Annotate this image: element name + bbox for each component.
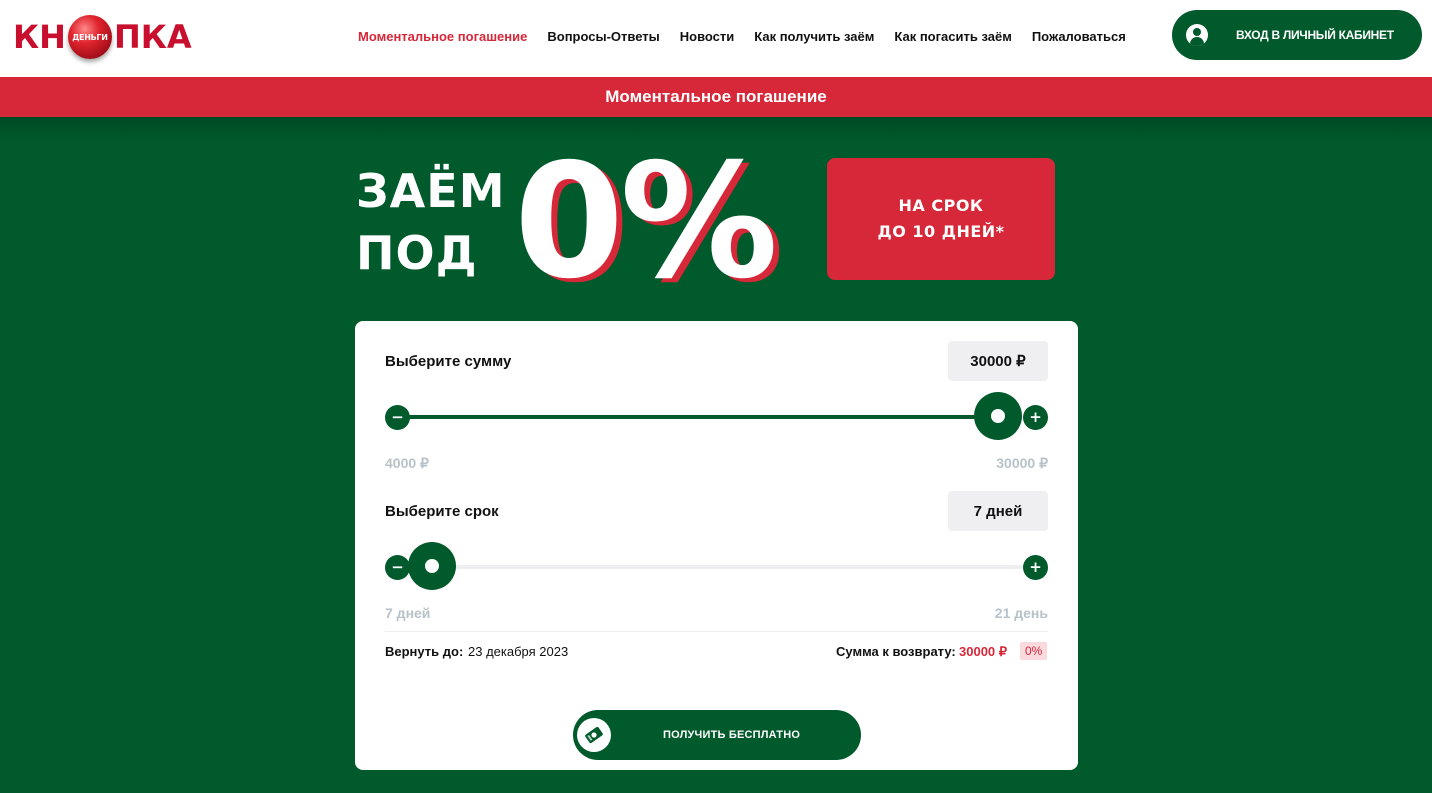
logo-ball-text: ДЕНЬГИ xyxy=(72,32,108,42)
nav-how-to-get-loan[interactable]: Как получить заём xyxy=(754,29,874,44)
nav-complain[interactable]: Пожаловаться xyxy=(1032,29,1126,44)
amount-min-label: 4000 ₽ xyxy=(385,455,429,471)
term-slider-track[interactable] xyxy=(397,565,1037,569)
term-min-label: 7 дней xyxy=(385,605,431,621)
return-date-label: Вернуть до: xyxy=(385,644,464,659)
amount-value-field[interactable]: 30000 ₽ xyxy=(948,341,1048,381)
repay-amount-value: 30000 ₽ xyxy=(959,644,1008,659)
brand-logo[interactable]: КН ДЕНЬГИ ПКА xyxy=(13,12,192,62)
loan-calculator: Выберите сумму 30000 ₽ − + 4000 ₽ 30000 … xyxy=(355,321,1078,770)
nav-faq[interactable]: Вопросы-Ответы xyxy=(547,29,659,44)
term-badge: НА СРОК ДО 10 ДНЕЙ* xyxy=(827,158,1055,280)
promo-banner[interactable]: Моментальное погашение xyxy=(0,77,1432,117)
nav-how-to-repay[interactable]: Как погасить заём xyxy=(894,29,1011,44)
main-nav: Моментальное погашение Вопросы-Ответы Но… xyxy=(358,29,1126,44)
hero-rate: 0% xyxy=(514,130,778,314)
get-free-button[interactable]: ПОЛУЧИТЬ БЕСПЛАТНО xyxy=(573,710,861,760)
amount-label: Выберите сумму xyxy=(385,353,512,370)
login-button-label: ВХОД В ЛИЧНЫЙ КАБИНЕТ xyxy=(1236,28,1394,42)
term-decrease-button[interactable]: − xyxy=(385,555,410,580)
return-date-value: 23 декабря 2023 xyxy=(468,644,569,659)
term-increase-button[interactable]: + xyxy=(1023,555,1048,580)
term-label: Выберите срок xyxy=(385,503,499,520)
calc-divider xyxy=(385,631,1048,632)
user-circle-icon xyxy=(1186,24,1208,46)
amount-slider-thumb[interactable] xyxy=(974,392,1022,440)
term-value-field[interactable]: 7 дней xyxy=(948,491,1048,531)
hero-line-under: ПОД xyxy=(356,226,478,280)
logo-text-left: КН xyxy=(13,18,66,56)
amount-decrease-button[interactable]: − xyxy=(385,405,410,430)
nav-news[interactable]: Новости xyxy=(680,29,735,44)
logo-ball-icon: ДЕНЬГИ xyxy=(67,15,112,59)
term-line-1: НА СРОК xyxy=(898,196,984,215)
get-free-button-label: ПОЛУЧИТЬ БЕСПЛАТНО xyxy=(663,729,801,741)
amount-slider-track[interactable] xyxy=(397,415,997,419)
amount-increase-button[interactable]: + xyxy=(1023,405,1048,430)
term-line-2: ДО 10 ДНЕЙ* xyxy=(877,222,1005,241)
hero-line-loan: ЗАЁМ xyxy=(356,164,506,218)
repay-amount-label: Сумма к возврату: xyxy=(836,644,956,659)
term-slider-thumb[interactable] xyxy=(408,542,456,590)
money-icon xyxy=(577,718,611,752)
banner-text: Моментальное погашение xyxy=(605,87,827,106)
nav-instant-repayment[interactable]: Моментальное погашение xyxy=(358,29,527,44)
login-button[interactable]: ВХОД В ЛИЧНЫЙ КАБИНЕТ xyxy=(1172,10,1422,60)
repay-percent-badge: 0% xyxy=(1020,642,1048,660)
site-header: КН ДЕНЬГИ ПКА Моментальное погашение Воп… xyxy=(0,0,1432,77)
term-max-label: 21 день xyxy=(994,605,1048,621)
logo-text-right: ПКА xyxy=(113,18,192,56)
amount-max-label: 30000 ₽ xyxy=(996,455,1048,471)
